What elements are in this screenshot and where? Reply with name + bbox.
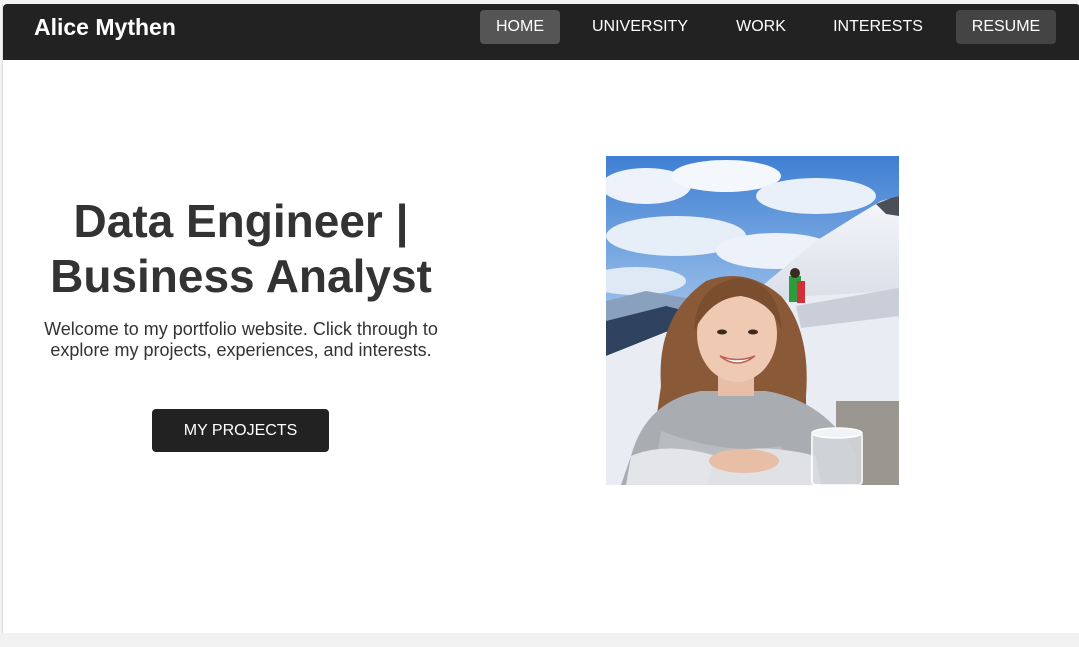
nav-interests[interactable]: INTERESTS (821, 10, 935, 44)
hero-title-line-2: Business Analyst (50, 250, 432, 302)
nav-university[interactable]: UNIVERSITY (581, 10, 699, 44)
my-projects-button[interactable]: MY PROJECTS (152, 409, 329, 452)
profile-photo (606, 156, 899, 485)
page-footer-strip (0, 633, 1079, 647)
site-brand[interactable]: Alice Mythen (34, 14, 176, 40)
hero-title: Data Engineer | Business Analyst (31, 194, 451, 304)
top-navbar: Alice Mythen HOME UNIVERSITY WORK INTERE… (3, 4, 1079, 60)
nav-resume[interactable]: RESUME (956, 10, 1056, 44)
page: Alice Mythen HOME UNIVERSITY WORK INTERE… (2, 4, 1079, 633)
nav-work[interactable]: WORK (720, 10, 802, 44)
hero-intro: Welcome to my portfolio website. Click t… (44, 319, 438, 360)
nav-home[interactable]: HOME (480, 10, 560, 44)
hero-title-line-1: Data Engineer | (73, 195, 409, 247)
